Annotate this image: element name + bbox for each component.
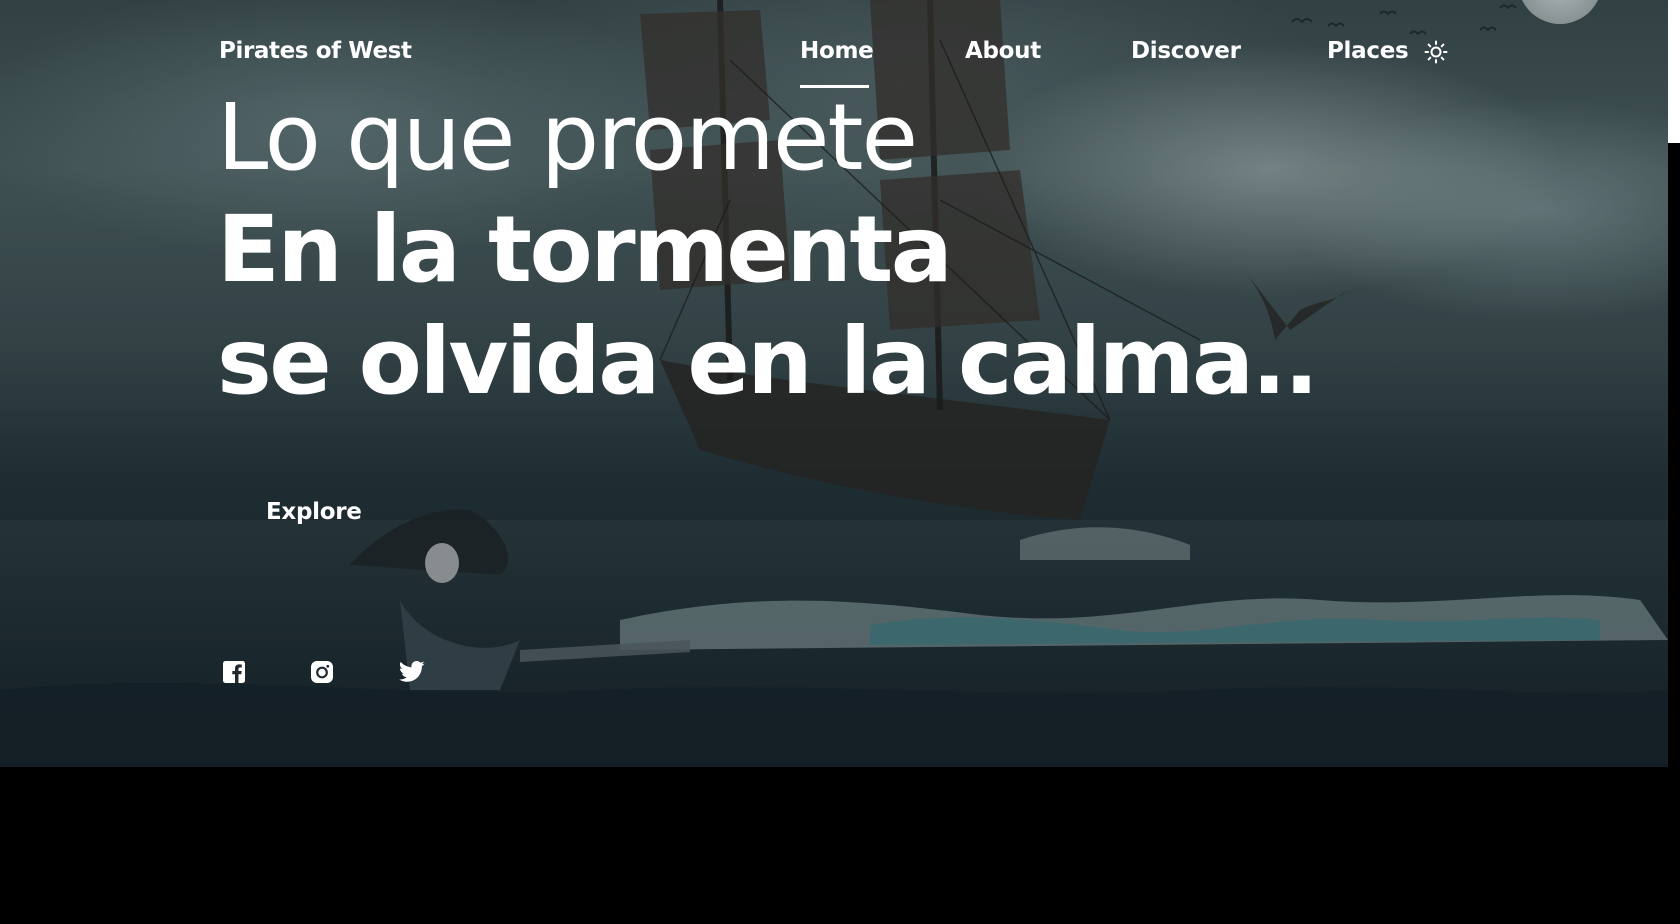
nav-link-home[interactable]: Home [800,38,874,64]
sun-icon[interactable] [1424,40,1448,64]
nav-link-places[interactable]: Places [1327,38,1409,64]
scrollbar-track[interactable] [1668,143,1680,767]
headline-line-2: En la tormenta [217,196,953,303]
explore-button[interactable]: Explore [266,499,362,525]
headline-line-3: se olvida en la calma.. [217,308,1319,415]
instagram-icon[interactable] [310,660,334,684]
nav-link-about[interactable]: About [965,38,1041,64]
scrollbar-thumb[interactable] [1668,0,1680,143]
brand-logo[interactable]: Pirates of West [219,38,412,64]
hero-section: Pirates of West Home About Discover Plac… [0,0,1668,767]
nav-link-discover[interactable]: Discover [1131,38,1241,64]
twitter-icon[interactable] [399,660,425,684]
headline-line-1: Lo que promete [217,84,918,191]
hero-headline: Lo que promete En la tormenta se olvida … [217,82,1319,418]
facebook-icon[interactable] [222,660,246,684]
